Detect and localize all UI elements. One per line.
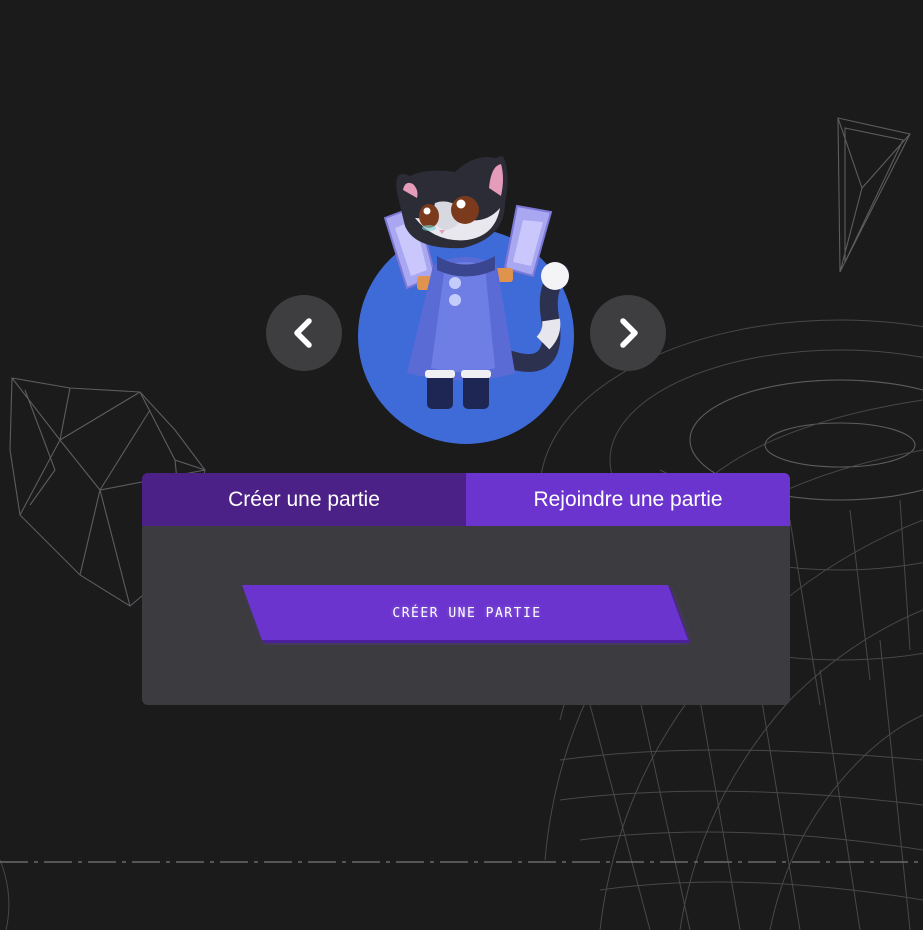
avatar-preview xyxy=(355,148,580,444)
next-avatar-button[interactable] xyxy=(590,295,666,371)
tab-join-game[interactable]: Rejoindre une partie xyxy=(466,473,790,526)
previous-avatar-button[interactable] xyxy=(266,295,342,371)
chevron-left-icon xyxy=(294,318,312,348)
chevron-right-icon xyxy=(620,318,638,348)
background-wireframe-art xyxy=(0,117,923,930)
cat-knight-avatar-icon xyxy=(383,156,569,409)
create-game-button-label: CRÉER UNE PARTIE xyxy=(392,605,542,621)
tab-create-game[interactable]: Créer une partie xyxy=(142,473,466,526)
edge-arc-decoration xyxy=(0,859,10,930)
game-lobby-screen: Créer une partie Rejoindre une partie CR… xyxy=(0,0,923,930)
create-game-button[interactable]: CRÉER UNE PARTIE xyxy=(242,585,692,645)
wireframe-triangle-decoration xyxy=(837,117,911,273)
game-mode-tabs: Créer une partie Rejoindre une partie xyxy=(142,473,790,526)
